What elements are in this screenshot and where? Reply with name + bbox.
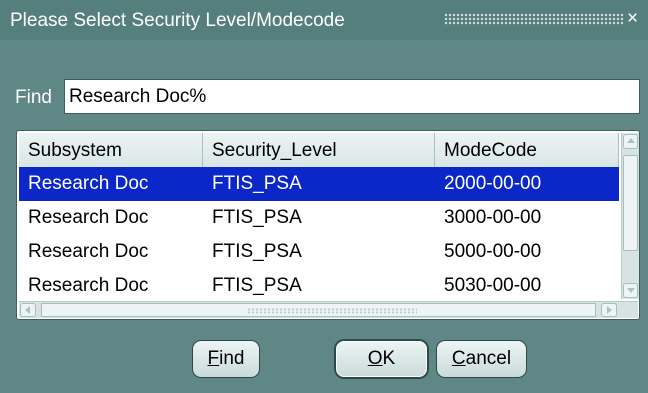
title-bar-grip[interactable]	[444, 13, 624, 26]
cell-subsystem: Research Doc	[28, 275, 149, 296]
scroll-grip	[247, 308, 417, 314]
column-header-modecode[interactable]: ModeCode	[435, 133, 619, 167]
cell-modecode: 5000-00-00	[444, 241, 542, 262]
cell-security-level: FTIS_PSA	[212, 241, 302, 262]
cell-security-level: FTIS_PSA	[212, 207, 302, 228]
cell-subsystem: Research Doc	[28, 173, 149, 194]
table-row[interactable]: Research Doc FTIS_PSA 5030-00-00	[19, 269, 619, 301]
arrow-right-icon[interactable]	[601, 303, 617, 317]
arrow-up-icon[interactable]	[623, 134, 638, 149]
cell-modecode: 5030-00-00	[444, 275, 542, 296]
results-table: Subsystem Security_Level ModeCode Resear…	[16, 130, 640, 320]
column-header-security-level[interactable]: Security_Level	[203, 133, 435, 167]
find-label: Find	[15, 87, 52, 108]
find-button-label: ind	[219, 348, 245, 369]
ok-button-mnemonic: O	[367, 348, 383, 369]
find-button-mnemonic: F	[207, 348, 220, 369]
cell-modecode: 2000-00-00	[444, 173, 542, 194]
arrow-left-icon[interactable]	[20, 303, 36, 317]
cell-modecode: 3000-00-00	[444, 207, 542, 228]
find-input[interactable]	[64, 79, 640, 114]
horizontal-scrollbar[interactable]	[19, 301, 638, 318]
select-security-level-dialog: Please Select Security Level/Modecode × …	[0, 0, 648, 393]
window-title: Please Select Security Level/Modecode	[10, 10, 345, 31]
table-row[interactable]: Research Doc FTIS_PSA 3000-00-00	[19, 201, 619, 235]
table-row[interactable]: Research Doc FTIS_PSA 5000-00-00	[19, 235, 619, 269]
vertical-scrollbar[interactable]	[621, 133, 639, 299]
table-header: Subsystem Security_Level ModeCode	[19, 133, 619, 168]
cell-security-level: FTIS_PSA	[212, 173, 302, 194]
cancel-button-mnemonic: C	[451, 348, 466, 369]
cell-subsystem: Research Doc	[28, 241, 149, 262]
cancel-button[interactable]: Cancel	[436, 340, 527, 378]
cell-security-level: FTIS_PSA	[212, 275, 302, 296]
close-icon[interactable]: ×	[627, 9, 638, 29]
cell-subsystem: Research Doc	[28, 207, 149, 228]
ok-button[interactable]: OK	[335, 340, 428, 378]
ok-button-label: K	[382, 348, 396, 369]
cancel-button-label: ancel	[465, 348, 512, 369]
vertical-scroll-thumb[interactable]	[623, 155, 638, 251]
column-header-subsystem[interactable]: Subsystem	[19, 133, 203, 167]
title-bar[interactable]: Please Select Security Level/Modecode ×	[0, 0, 648, 40]
find-button[interactable]: Find	[192, 340, 260, 378]
table-row[interactable]: Research Doc FTIS_PSA 2000-00-00	[19, 167, 619, 201]
arrow-down-icon[interactable]	[623, 283, 638, 298]
horizontal-scroll-thumb[interactable]	[41, 303, 596, 317]
